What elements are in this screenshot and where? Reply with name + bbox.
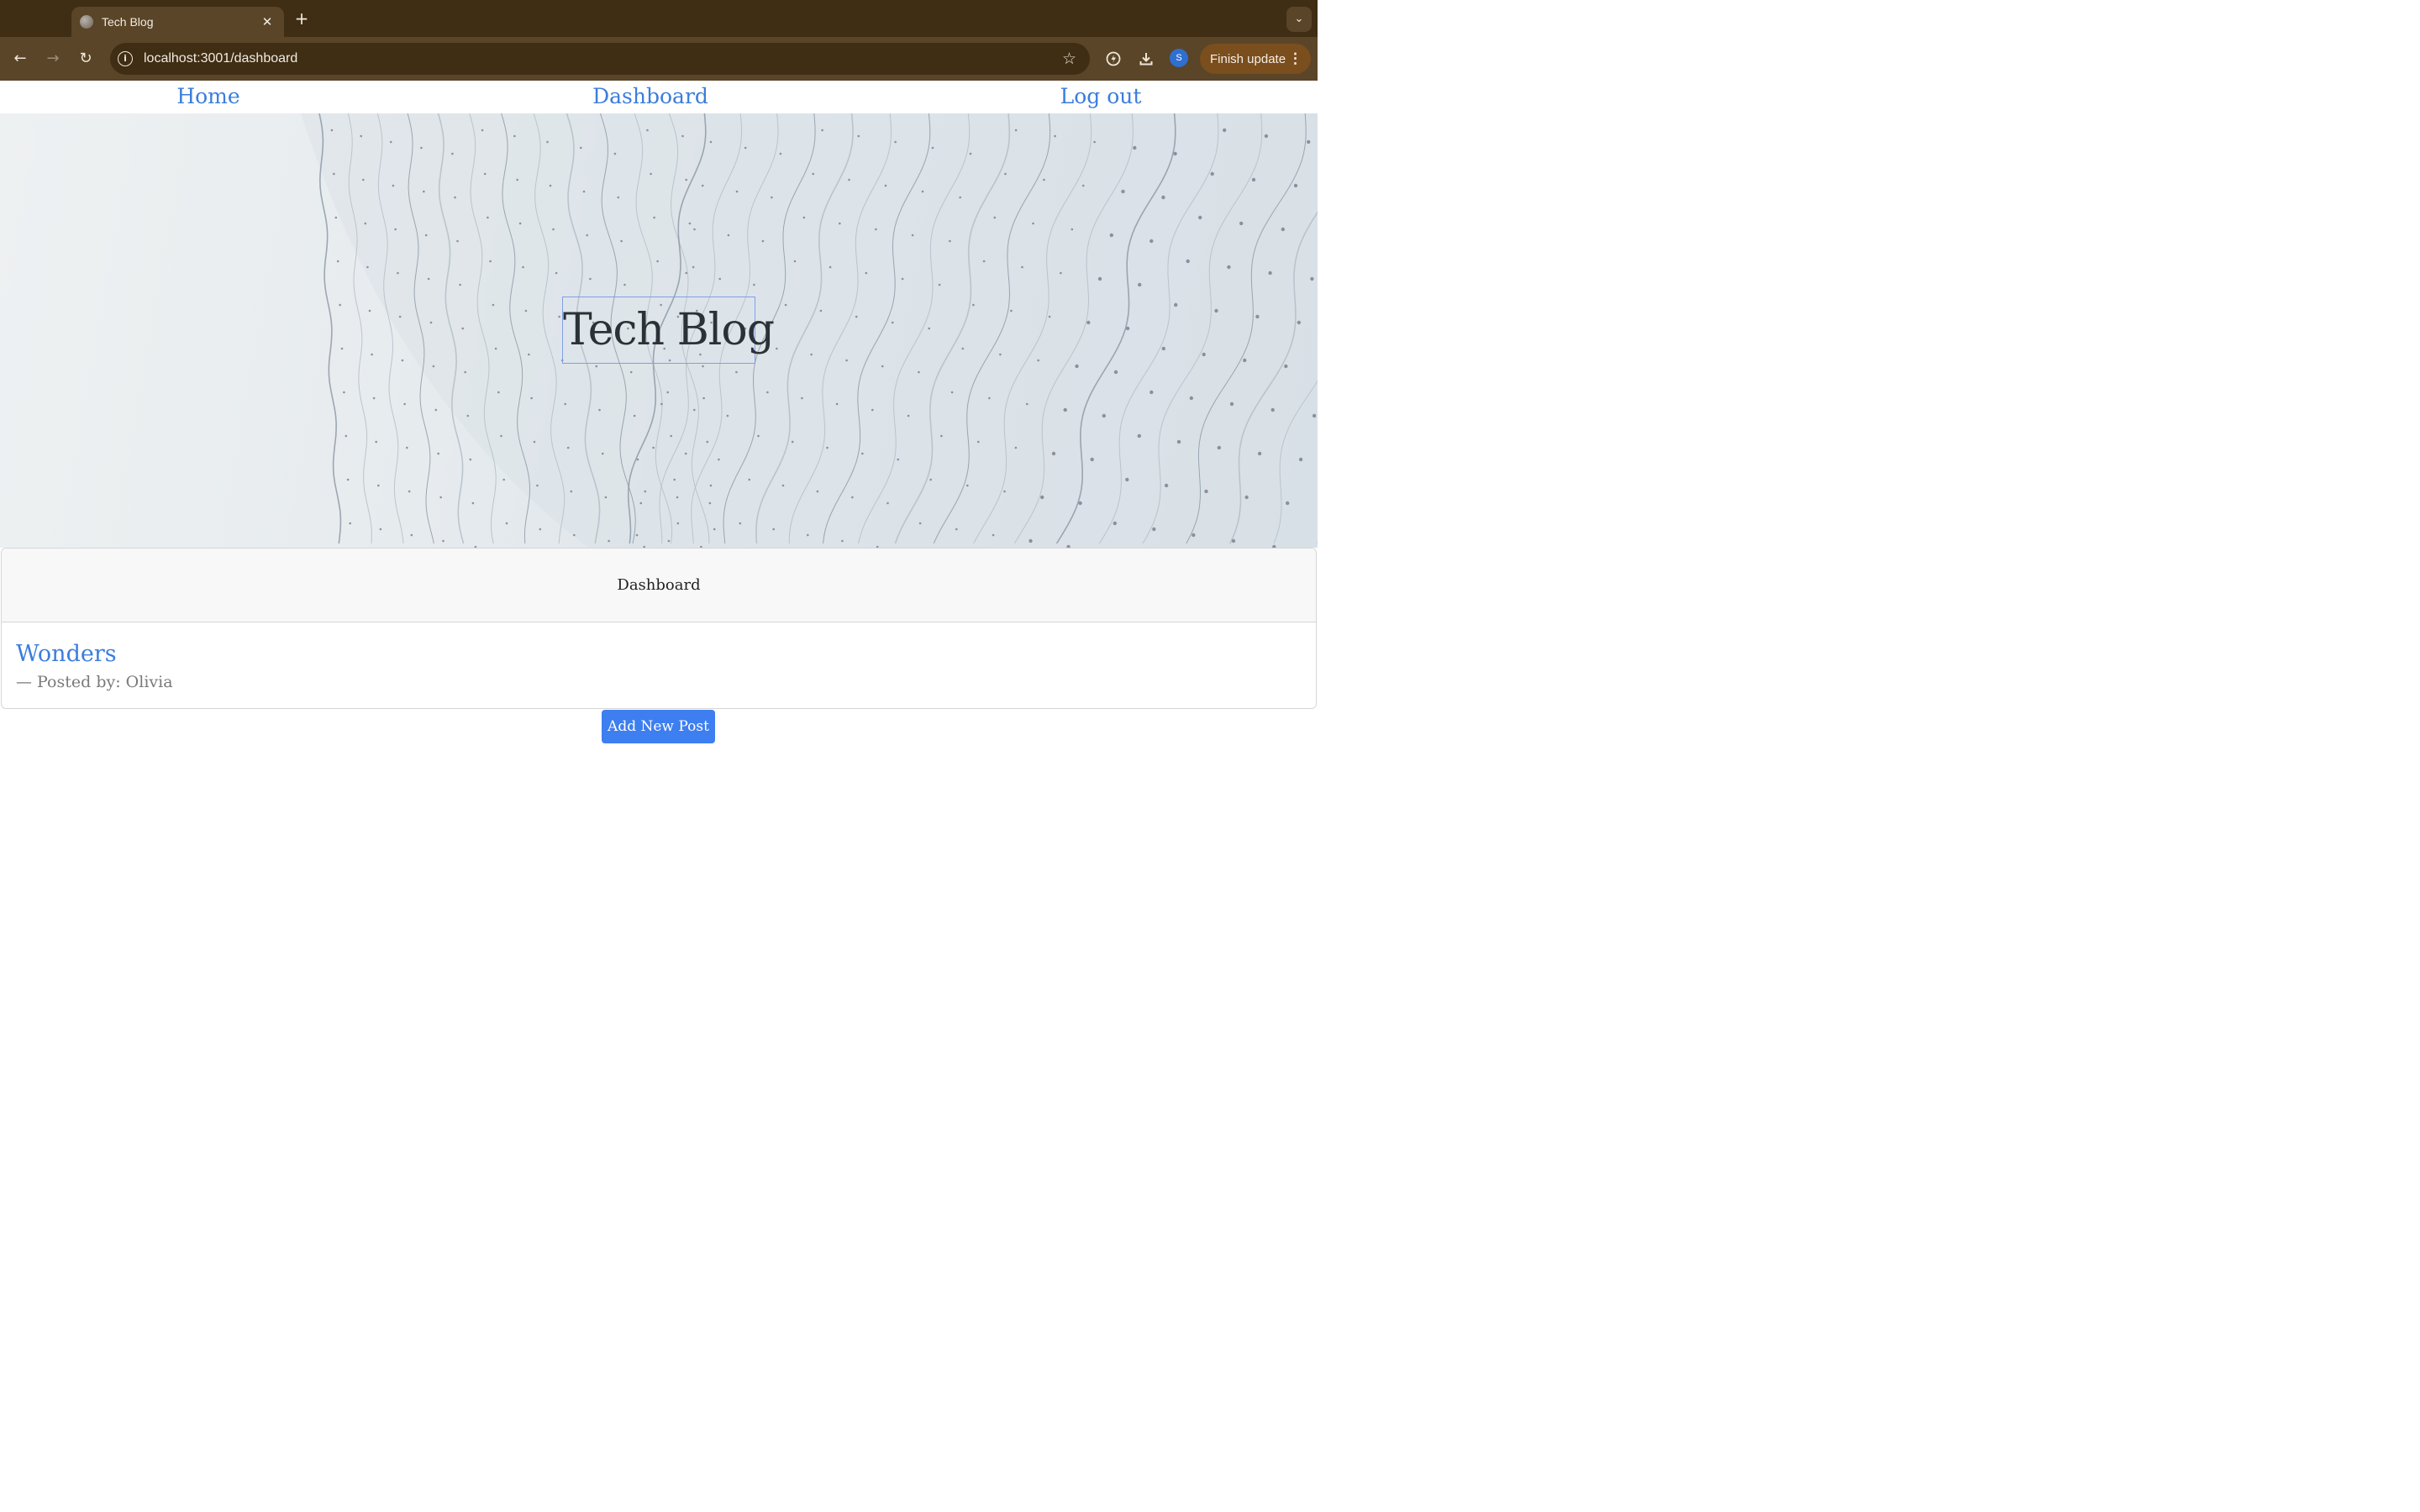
address-bar[interactable]: i localhost:3001/dashboard ☆ xyxy=(110,43,1090,75)
browser-tabstrip: Tech Blog ✕ + ⌄ xyxy=(0,0,1318,37)
finish-update-label: Finish update xyxy=(1210,51,1286,66)
hero-banner: Tech Blog xyxy=(0,113,1318,548)
nav-home-link[interactable]: Home xyxy=(176,84,239,108)
profile-avatar[interactable]: S xyxy=(1170,49,1188,67)
dashboard-header: Dashboard xyxy=(2,549,1316,622)
add-new-post-button[interactable]: Add New Post xyxy=(602,710,715,743)
star-icon[interactable]: ☆ xyxy=(1062,50,1076,68)
site-title: Tech Blog xyxy=(562,297,775,364)
reload-button[interactable]: ↻ xyxy=(74,47,97,71)
close-icon[interactable]: ✕ xyxy=(259,14,276,29)
url-text[interactable]: localhost:3001/dashboard xyxy=(144,51,1062,66)
info-icon[interactable]: i xyxy=(118,51,133,66)
tab-title: Tech Blog xyxy=(102,15,154,29)
nav-logout-link[interactable]: Log out xyxy=(1060,84,1142,108)
browser-toolbar: ← → ↻ i localhost:3001/dashboard ☆ xyxy=(0,37,1318,81)
post-title-link[interactable]: Wonders xyxy=(16,641,117,667)
globe-icon xyxy=(80,15,93,29)
forward-button[interactable]: → xyxy=(41,47,65,71)
dashboard-card: Dashboard Wonders — Posted by: Olivia xyxy=(1,548,1317,709)
new-tab-button[interactable]: + xyxy=(291,8,313,29)
finish-update-button[interactable]: Finish update ⋮ xyxy=(1200,44,1311,74)
more-menu-icon[interactable]: ⋮ xyxy=(1288,44,1302,74)
chevron-down-icon[interactable]: ⌄ xyxy=(1286,7,1312,32)
download-icon[interactable] xyxy=(1134,47,1158,71)
post-author: — Posted by: Olivia xyxy=(16,673,173,691)
browser-tab[interactable]: Tech Blog ✕ xyxy=(71,7,284,37)
dashboard-heading: Dashboard xyxy=(617,576,701,594)
site-navbar: Home Dashboard Log out xyxy=(0,81,1318,113)
extension-icon[interactable] xyxy=(1102,47,1125,71)
back-button[interactable]: ← xyxy=(8,47,32,71)
nav-dashboard-link[interactable]: Dashboard xyxy=(592,84,708,108)
